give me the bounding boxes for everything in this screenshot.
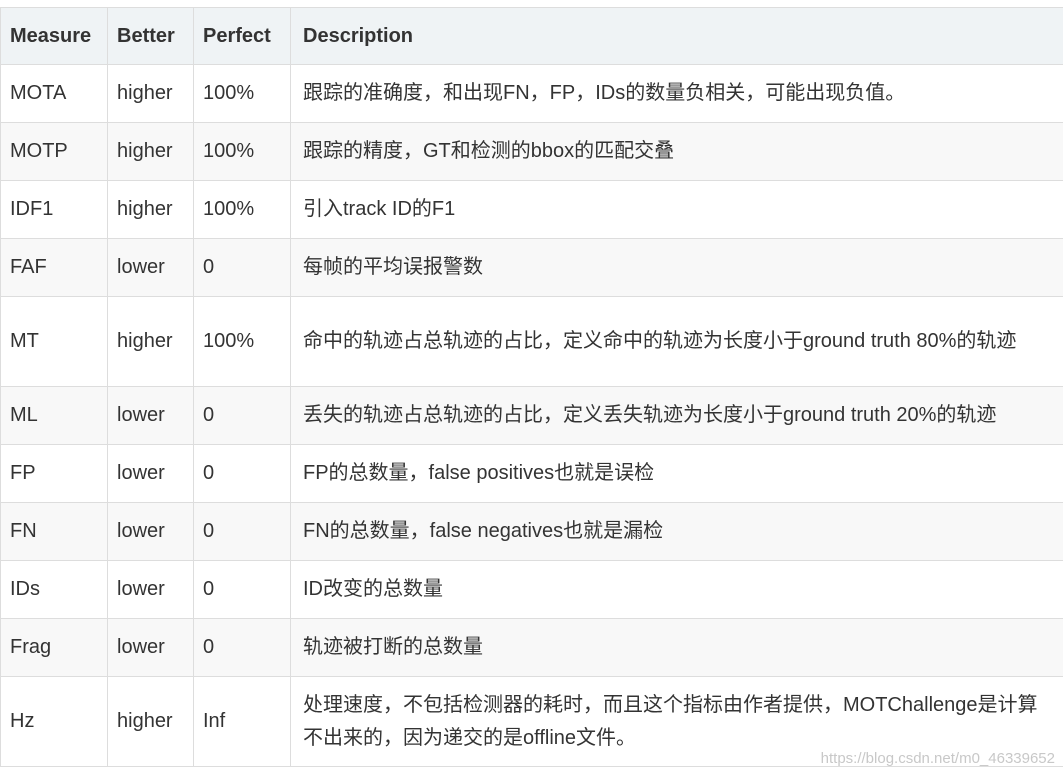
cell-description: FP的总数量，false positives也就是误检: [290, 444, 1063, 503]
table-row: MT higher 100% 命中的轨迹占总轨迹的占比，定义命中的轨迹为长度小于…: [0, 296, 1063, 387]
cell-measure: MOTP: [0, 122, 108, 181]
cell-better: higher: [107, 64, 194, 123]
cell-measure: FP: [0, 444, 108, 503]
cell-perfect: 100%: [193, 122, 291, 181]
cell-measure: FAF: [0, 238, 108, 297]
table-row: ML lower 0 丢失的轨迹占总轨迹的占比，定义丢失轨迹为长度小于groun…: [0, 386, 1063, 445]
cell-better: lower: [107, 238, 194, 297]
cell-perfect: 100%: [193, 296, 291, 387]
table-row: IDF1 higher 100% 引入track ID的F1: [0, 180, 1063, 239]
cell-description: 引入track ID的F1: [290, 180, 1063, 239]
cell-measure: IDs: [0, 560, 108, 619]
cell-perfect: Inf: [193, 676, 291, 767]
cell-perfect: 0: [193, 618, 291, 677]
cell-better: lower: [107, 618, 194, 677]
cell-measure: IDF1: [0, 180, 108, 239]
cell-better: higher: [107, 296, 194, 387]
watermark-text: https://blog.csdn.net/m0_46339652: [820, 750, 1055, 767]
cell-perfect: 0: [193, 502, 291, 561]
table-header-row: Measure Better Perfect Description: [0, 7, 1063, 65]
cell-better: lower: [107, 502, 194, 561]
cell-description: 命中的轨迹占总轨迹的占比，定义命中的轨迹为长度小于ground truth 80…: [290, 296, 1063, 387]
header-measure: Measure: [0, 7, 108, 65]
cell-description: 轨迹被打断的总数量: [290, 618, 1063, 677]
table-row: IDs lower 0 ID改变的总数量: [0, 560, 1063, 619]
table-row: MOTA higher 100% 跟踪的准确度，和出现FN，FP，IDs的数量负…: [0, 64, 1063, 123]
table-row: FP lower 0 FP的总数量，false positives也就是误检: [0, 444, 1063, 503]
cell-perfect: 100%: [193, 180, 291, 239]
cell-description: 跟踪的准确度，和出现FN，FP，IDs的数量负相关，可能出现负值。: [290, 64, 1063, 123]
metrics-table: Measure Better Perfect Description MOTA …: [0, 7, 1063, 767]
table-row: Frag lower 0 轨迹被打断的总数量: [0, 618, 1063, 677]
header-description: Description: [290, 7, 1063, 65]
cell-perfect: 0: [193, 444, 291, 503]
cell-measure: Frag: [0, 618, 108, 677]
cell-measure: MT: [0, 296, 108, 387]
cell-better: lower: [107, 444, 194, 503]
cell-perfect: 0: [193, 238, 291, 297]
cell-measure: ML: [0, 386, 108, 445]
cell-measure: FN: [0, 502, 108, 561]
header-better: Better: [107, 7, 194, 65]
cell-better: higher: [107, 122, 194, 181]
table-row: FN lower 0 FN的总数量，false negatives也就是漏检: [0, 502, 1063, 561]
cell-better: lower: [107, 386, 194, 445]
table-row: MOTP higher 100% 跟踪的精度，GT和检测的bbox的匹配交叠: [0, 122, 1063, 181]
cell-perfect: 0: [193, 386, 291, 445]
cell-description: 每帧的平均误报警数: [290, 238, 1063, 297]
table-row: FAF lower 0 每帧的平均误报警数: [0, 238, 1063, 297]
cell-better: higher: [107, 180, 194, 239]
header-perfect: Perfect: [193, 7, 291, 65]
cell-description: ID改变的总数量: [290, 560, 1063, 619]
cell-description: 丢失的轨迹占总轨迹的占比，定义丢失轨迹为长度小于ground truth 20%…: [290, 386, 1063, 445]
cell-better: lower: [107, 560, 194, 619]
cell-better: higher: [107, 676, 194, 767]
cell-perfect: 100%: [193, 64, 291, 123]
cell-measure: MOTA: [0, 64, 108, 123]
cell-perfect: 0: [193, 560, 291, 619]
cell-measure: Hz: [0, 676, 108, 767]
cell-description: FN的总数量，false negatives也就是漏检: [290, 502, 1063, 561]
cell-description: 跟踪的精度，GT和检测的bbox的匹配交叠: [290, 122, 1063, 181]
